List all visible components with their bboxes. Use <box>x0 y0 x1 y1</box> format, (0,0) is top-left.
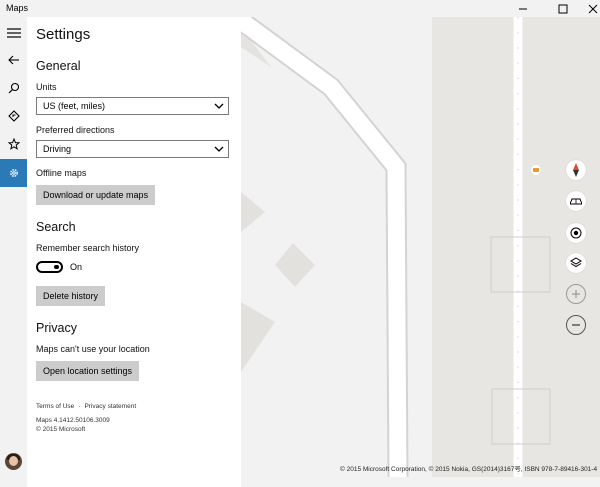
terms-link[interactable]: Terms of Use <box>36 403 74 410</box>
favorites-nav-button[interactable] <box>0 130 27 158</box>
settings-panel: Settings General Units US (feet, miles) … <box>27 17 241 487</box>
navigation-rail <box>0 17 27 487</box>
footer-links: Terms of Use · Privacy statement <box>36 403 136 410</box>
location-status-text: Maps can't use your location <box>36 344 150 354</box>
chevron-down-icon <box>214 103 224 109</box>
directions-icon <box>7 110 20 122</box>
map-graphics <box>241 17 600 477</box>
directions-select[interactable]: Driving <box>36 140 229 158</box>
delete-history-button[interactable]: Delete history <box>36 286 106 306</box>
close-button[interactable] <box>578 0 600 17</box>
directions-label: Preferred directions <box>36 125 115 135</box>
units-label: Units <box>36 82 57 92</box>
gear-icon <box>9 169 18 177</box>
maximize-icon <box>558 4 568 13</box>
privacy-statement-link[interactable]: Privacy statement <box>84 403 136 410</box>
settings-nav-button[interactable] <box>0 159 27 187</box>
zoom-out-button[interactable] <box>566 315 586 335</box>
zoom-in-button[interactable] <box>566 284 586 304</box>
hamburger-button[interactable] <box>0 19 27 47</box>
zoom-in-icon <box>572 290 580 298</box>
maximize-button[interactable] <box>548 0 578 17</box>
search-icon <box>8 82 19 94</box>
compass-button[interactable] <box>566 160 586 180</box>
search-nav-button[interactable] <box>0 74 27 102</box>
status-bar <box>241 477 600 487</box>
minimize-button[interactable] <box>508 0 538 17</box>
app-title: Maps <box>6 3 29 13</box>
general-heading: General <box>36 59 81 73</box>
map-copyright: © 2015 Microsoft Corporation, © 2015 Nok… <box>340 466 598 473</box>
3d-view-button[interactable] <box>566 191 586 211</box>
download-maps-button[interactable]: Download or update maps <box>36 185 156 205</box>
my-location-icon <box>570 227 582 239</box>
search-heading: Search <box>36 220 76 234</box>
units-select[interactable]: US (feet, miles) <box>36 97 229 115</box>
layers-button[interactable] <box>566 253 586 273</box>
close-icon <box>588 4 598 13</box>
offline-maps-label: Offline maps <box>36 168 87 178</box>
poi-marker[interactable] <box>533 168 539 172</box>
my-location-button[interactable] <box>566 223 586 243</box>
layers-icon <box>570 257 582 268</box>
map-canvas[interactable]: © 2015 Microsoft Corporation, © 2015 Nok… <box>241 17 600 477</box>
avatar[interactable] <box>5 453 22 470</box>
units-value: US (feet, miles) <box>43 101 106 111</box>
minimize-icon <box>519 8 527 9</box>
page-title: Settings <box>36 26 91 43</box>
compass-icon <box>573 163 579 177</box>
search-history-toggle[interactable] <box>36 261 63 273</box>
back-arrow-icon <box>7 55 19 65</box>
directions-nav-button[interactable] <box>0 102 27 130</box>
open-location-settings-button[interactable]: Open location settings <box>36 361 140 381</box>
3d-view-icon <box>570 198 582 205</box>
version-text: Maps 4.1412.50106.3009 <box>36 417 110 424</box>
zoom-out-icon <box>572 324 580 326</box>
link-separator: · <box>78 403 81 410</box>
hamburger-icon <box>6 28 21 38</box>
back-button[interactable] <box>0 46 27 74</box>
chevron-down-icon <box>214 146 224 152</box>
privacy-heading: Privacy <box>36 321 77 335</box>
directions-value: Driving <box>43 144 72 154</box>
copyright-text: © 2015 Microsoft <box>36 426 86 433</box>
search-history-label: Remember search history <box>36 243 140 253</box>
toggle-state-label: On <box>70 262 83 272</box>
title-bar: Maps <box>0 0 600 17</box>
star-icon <box>7 138 20 150</box>
